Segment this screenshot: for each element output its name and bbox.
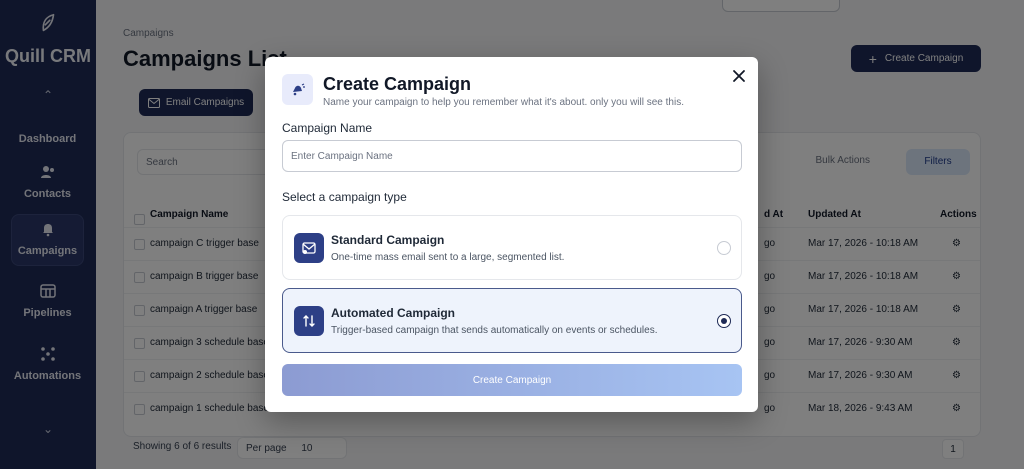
campaign-name-input[interactable] [282, 140, 742, 172]
create-campaign-modal: Create Campaign Name your campaign to he… [265, 57, 758, 412]
standard-campaign-option[interactable]: Standard Campaign One-time mass email se… [282, 215, 742, 280]
campaign-bell-icon [282, 74, 313, 105]
option-title: Standard Campaign [331, 233, 445, 247]
standard-campaign-icon [294, 233, 324, 263]
automated-campaign-icon [294, 306, 324, 336]
modal-subtitle: Name your campaign to help you remember … [323, 97, 684, 108]
modal-title: Create Campaign [323, 74, 472, 94]
option-description: One-time mass email sent to a large, seg… [331, 252, 565, 263]
standard-campaign-radio[interactable] [717, 241, 731, 255]
campaign-type-label: Select a campaign type [282, 190, 407, 204]
create-campaign-submit-button[interactable]: Create Campaign [282, 364, 742, 396]
automated-campaign-option[interactable]: Automated Campaign Trigger-based campaig… [282, 288, 742, 353]
automated-campaign-radio[interactable] [717, 314, 731, 328]
campaign-name-label: Campaign Name [282, 121, 373, 135]
option-title: Automated Campaign [331, 306, 456, 320]
option-description: Trigger-based campaign that sends automa… [331, 325, 658, 336]
close-icon[interactable] [731, 68, 747, 84]
